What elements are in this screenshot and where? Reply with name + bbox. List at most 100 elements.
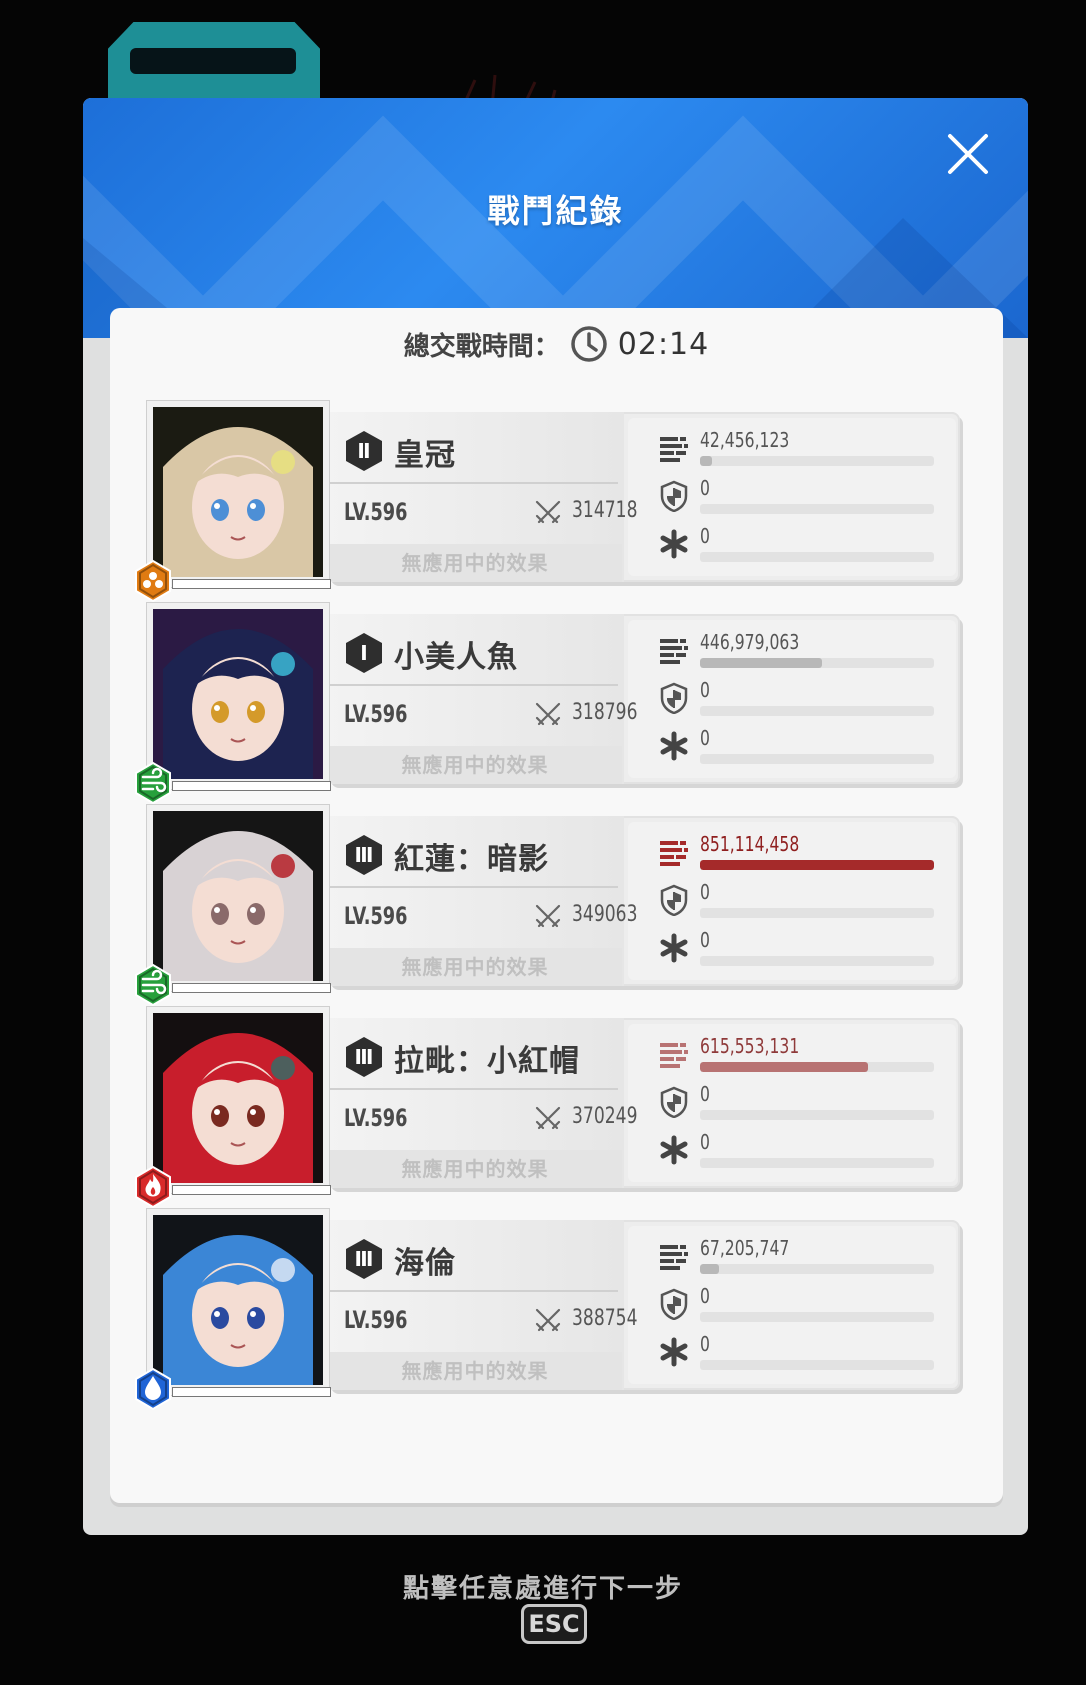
combat-power: 318796	[572, 700, 638, 725]
divider	[328, 1088, 618, 1090]
shield-icon	[658, 480, 690, 513]
damage-value: 67,205,747	[700, 1236, 790, 1260]
damage-value: 615,553,131	[700, 1034, 800, 1058]
shield-value: 0	[700, 880, 710, 904]
fire-icon	[133, 1165, 173, 1209]
damage-bar	[700, 456, 934, 466]
damage-bars-icon	[658, 432, 690, 464]
shield-bar	[700, 706, 934, 716]
combat-power: 370249	[572, 1104, 638, 1129]
shield-icon	[658, 682, 690, 715]
wind-icon	[133, 761, 173, 805]
shield-bar	[700, 908, 934, 918]
character-name: 拉毗：小紅帽	[394, 1044, 580, 1079]
water-icon	[133, 1367, 173, 1411]
character-name: 皇冠	[394, 438, 456, 473]
damage-bars-icon	[658, 1240, 690, 1272]
damage-bars-icon	[658, 634, 690, 666]
character-portrait-frame[interactable]	[135, 804, 331, 1007]
character-row[interactable]: Ⅲ 海倫 LV.596 388754 無應用中的效果 67,205,747 0 0	[135, 1208, 978, 1411]
divider	[328, 1290, 618, 1292]
character-level: LV.596	[344, 498, 408, 526]
character-name: 紅蓮：暗影	[394, 842, 549, 877]
damage-bar	[700, 1062, 934, 1072]
damage-bar	[700, 1264, 934, 1274]
divider	[328, 684, 618, 686]
character-portrait	[153, 407, 323, 577]
effect-status: 無應用中的效果	[328, 1150, 622, 1188]
character-card[interactable]: Ⅲ 海倫 LV.596 388754 無應用中的效果 67,205,747 0 0	[328, 1220, 960, 1390]
heal-value: 0	[700, 1332, 710, 1356]
damage-bars-icon	[658, 836, 690, 868]
damage-value: 851,114,458	[700, 832, 800, 856]
heal-icon	[658, 730, 690, 762]
effect-status: 無應用中的效果	[328, 1352, 622, 1390]
damage-value: 446,979,063	[700, 630, 800, 654]
character-card[interactable]: Ⅲ 紅蓮：暗影 LV.596 349063 無應用中的效果 851,114,458 0 0	[328, 816, 960, 986]
shield-icon	[658, 884, 690, 917]
heal-icon	[658, 528, 690, 560]
character-portrait	[153, 811, 323, 981]
effect-status: 無應用中的效果	[328, 948, 622, 986]
character-row[interactable]: Ⅲ 拉毗：小紅帽 LV.596 370249 無應用中的效果 615,553,131 0 0	[135, 1006, 978, 1209]
character-portrait-frame[interactable]	[135, 1208, 331, 1411]
character-portrait	[153, 1013, 323, 1183]
character-row[interactable]: Ⅰ 小美人魚 LV.596 318796 無應用中的效果 446,979,063 0 0	[135, 602, 978, 805]
character-portrait	[153, 609, 323, 779]
character-portrait-frame[interactable]	[135, 602, 331, 805]
combat-power: 349063	[572, 902, 638, 927]
shield-value: 0	[700, 1284, 710, 1308]
character-row[interactable]: Ⅲ 紅蓮：暗影 LV.596 349063 無應用中的效果 851,114,458 0 0	[135, 804, 978, 1007]
modal-header: 戰鬥紀錄	[83, 98, 1028, 338]
character-name: 海倫	[394, 1246, 456, 1281]
heal-value: 0	[700, 1130, 710, 1154]
character-level: LV.596	[344, 1306, 408, 1334]
heal-value: 0	[700, 524, 710, 548]
shield-value: 0	[700, 678, 710, 702]
record-panel: 總交戰時間： 02:14 Ⅱ 皇冠 LV.596 314718 無應用中的效果 42,45…	[110, 308, 1003, 1503]
battle-record-modal[interactable]: 戰鬥紀錄 總交戰時間： 02:14 Ⅱ 皇冠 LV.596 314718 無應用中的效果…	[83, 98, 1028, 1535]
effect-status: 無應用中的效果	[328, 746, 622, 784]
rank-label: Ⅱ	[357, 439, 371, 463]
heal-value: 0	[700, 726, 710, 750]
shield-bar	[700, 1312, 934, 1322]
rank-label: Ⅰ	[360, 641, 368, 665]
modal-title: 戰鬥紀錄	[487, 192, 624, 230]
clock-icon	[571, 326, 607, 362]
hex-burst-icon	[133, 559, 173, 603]
next-step-hint[interactable]: 點擊任意處進行下一步	[0, 1568, 1086, 1605]
heal-bar	[700, 956, 934, 966]
character-card[interactable]: Ⅱ 皇冠 LV.596 314718 無應用中的效果 42,456,123 0 0	[328, 412, 960, 582]
crossed-swords-icon	[533, 1306, 563, 1336]
character-name: 小美人魚	[394, 640, 518, 675]
crossed-swords-icon	[533, 1104, 563, 1134]
character-card[interactable]: Ⅲ 拉毗：小紅帽 LV.596 370249 無應用中的效果 615,553,131 0 0	[328, 1018, 960, 1188]
character-portrait	[153, 1215, 323, 1385]
combat-power: 314718	[572, 498, 638, 523]
divider	[328, 482, 618, 484]
total-battle-time: 總交戰時間： 02:14	[110, 322, 1003, 366]
character-card[interactable]: Ⅰ 小美人魚 LV.596 318796 無應用中的效果 446,979,063 0 0	[328, 614, 960, 784]
character-level: LV.596	[344, 700, 408, 728]
esc-key-button[interactable]: ESC	[521, 1604, 587, 1644]
rank-label: Ⅲ	[354, 1045, 374, 1069]
shield-bar	[700, 504, 934, 514]
wind-icon	[133, 963, 173, 1007]
crossed-swords-icon	[533, 902, 563, 932]
heal-value: 0	[700, 928, 710, 952]
damage-bars-icon	[658, 1038, 690, 1070]
rank-label: Ⅲ	[354, 843, 374, 867]
heal-bar	[700, 552, 934, 562]
rank-label: Ⅲ	[354, 1247, 374, 1271]
total-time-label: 總交戰時間：	[403, 331, 560, 362]
total-time-value: 02:14	[617, 326, 710, 362]
crossed-swords-icon	[533, 498, 563, 528]
character-portrait-frame[interactable]	[135, 400, 331, 603]
character-level: LV.596	[344, 902, 408, 930]
damage-value: 42,456,123	[700, 428, 790, 452]
heal-bar	[700, 1158, 934, 1168]
character-row[interactable]: Ⅱ 皇冠 LV.596 314718 無應用中的效果 42,456,123 0 0	[135, 400, 978, 603]
character-portrait-frame[interactable]	[135, 1006, 331, 1209]
close-icon[interactable]	[946, 132, 990, 176]
shield-icon	[658, 1288, 690, 1321]
